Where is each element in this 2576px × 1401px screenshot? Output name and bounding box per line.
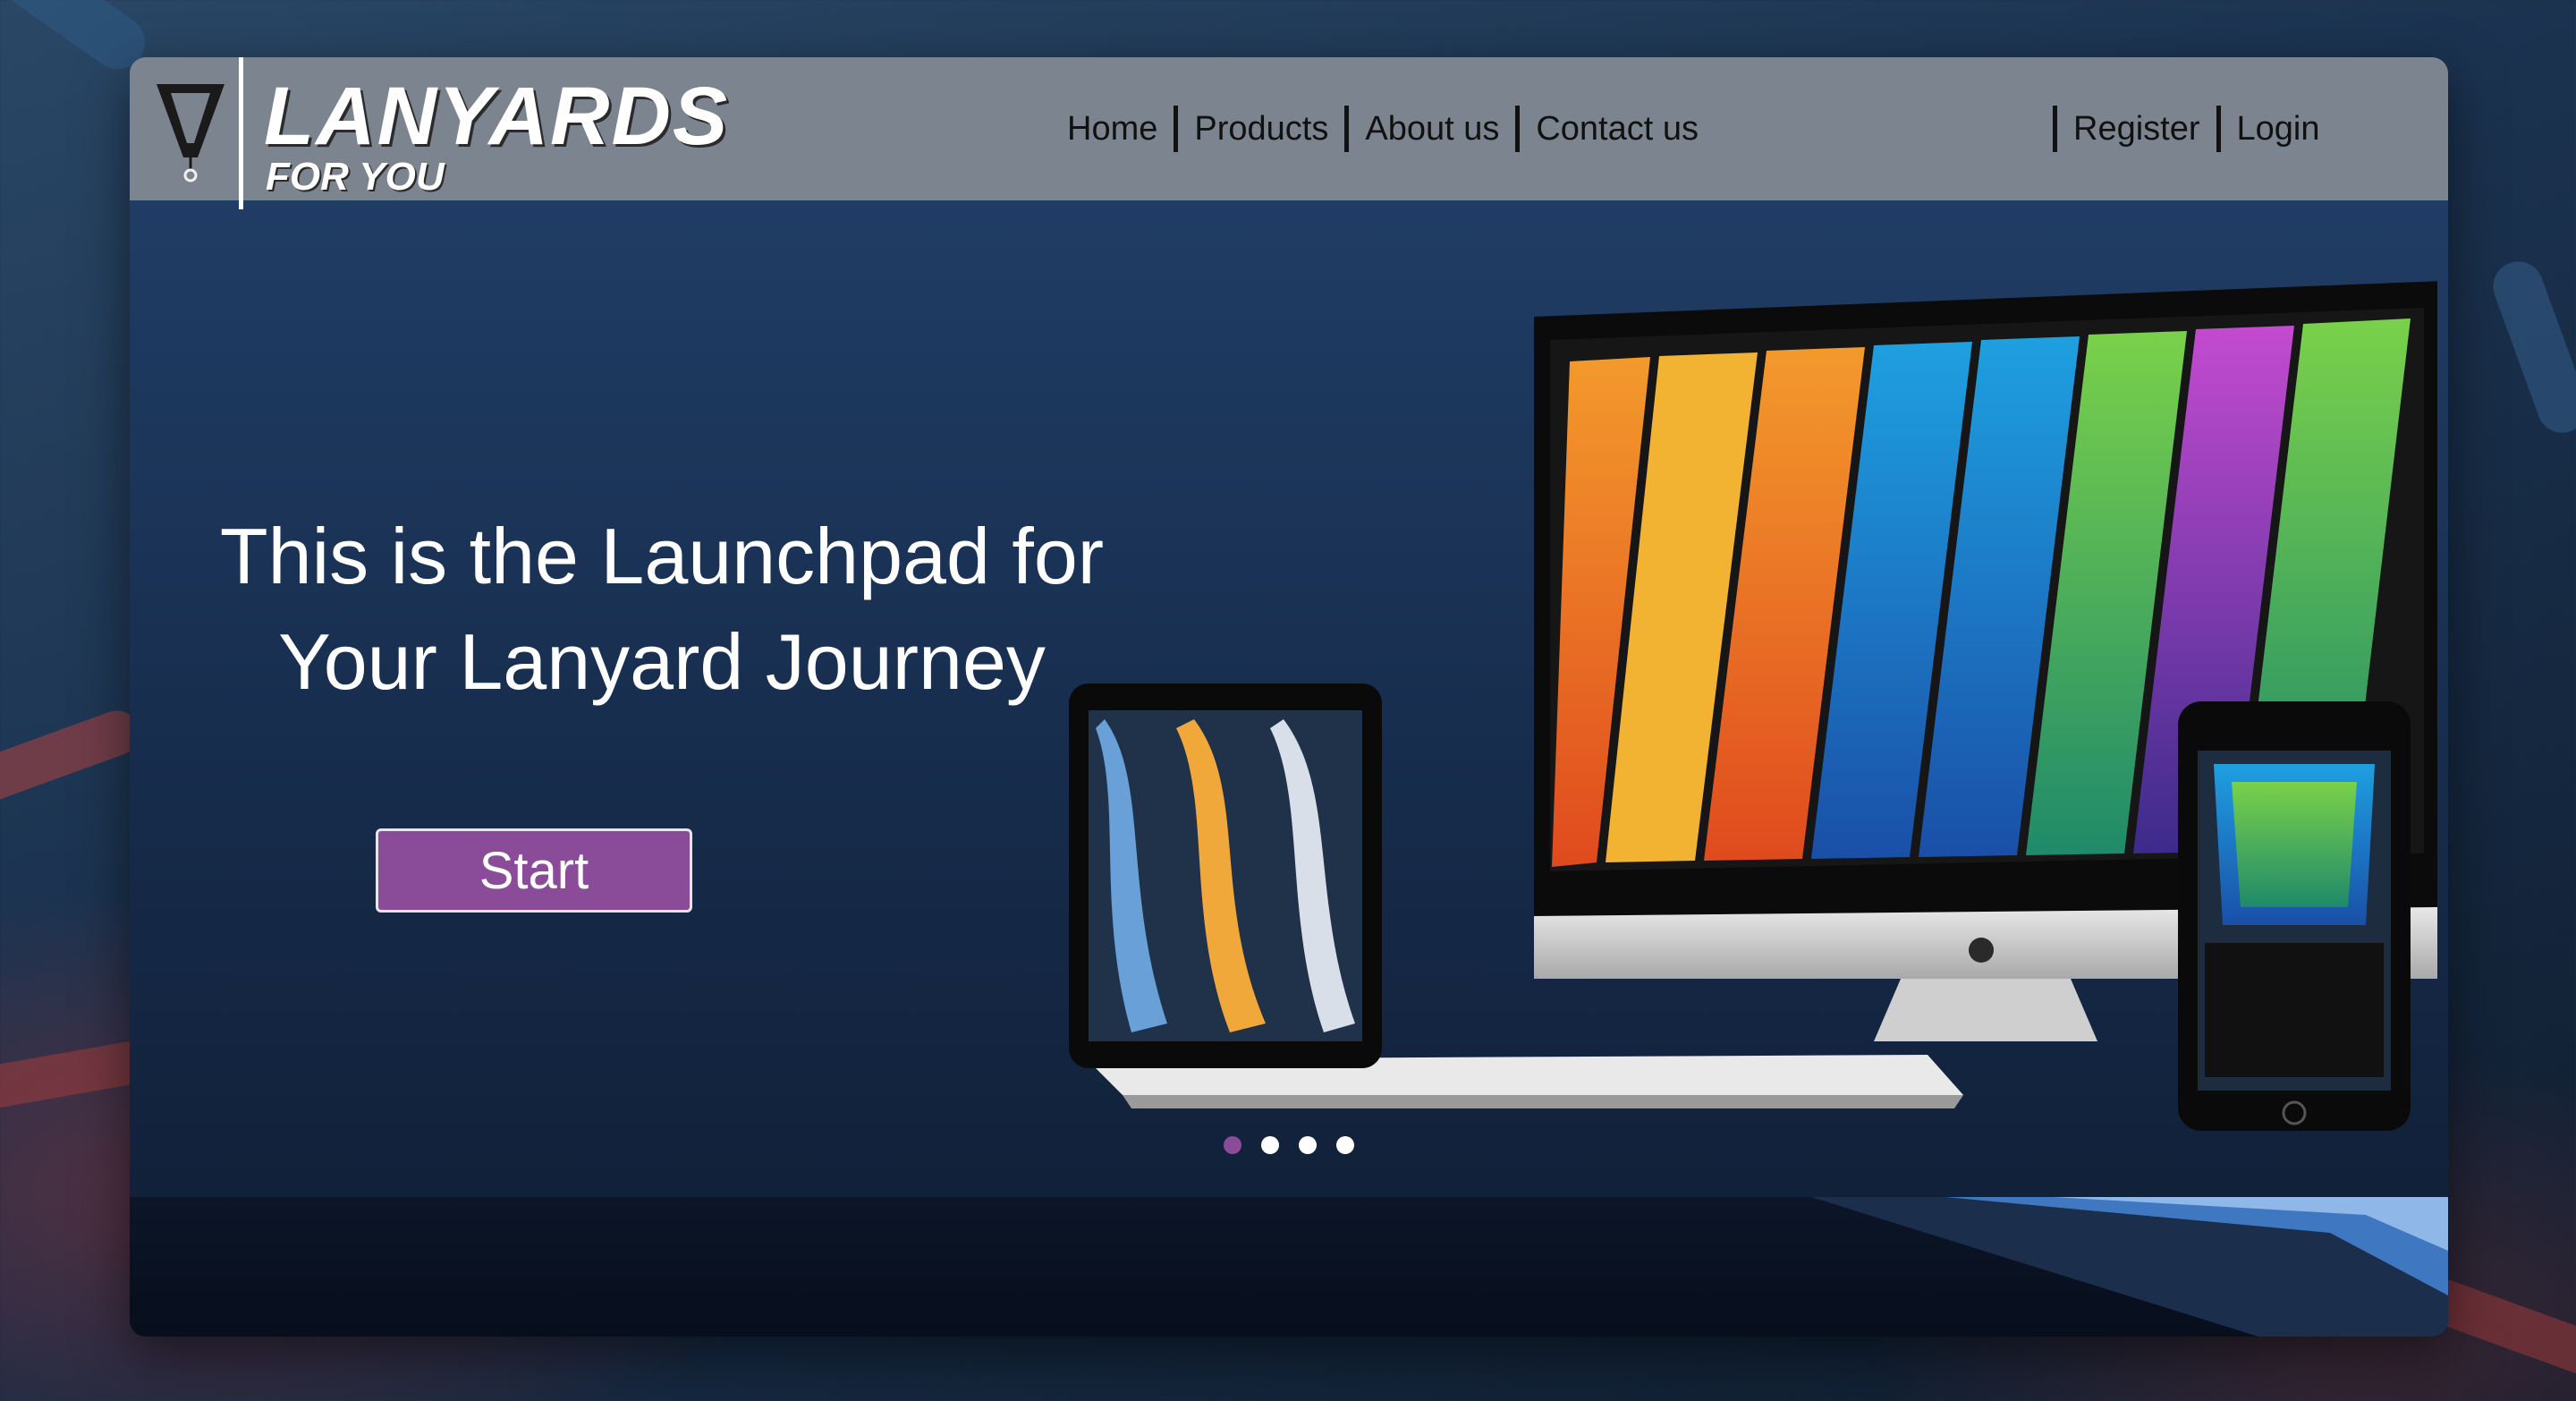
main-nav: Home Products About us Contact us: [1051, 106, 1715, 152]
nav-link-products[interactable]: Products: [1178, 106, 1344, 152]
brand-subtitle: FOR YOU: [266, 155, 445, 199]
decorative-wave: [1811, 1197, 2448, 1337]
top-navbar: LANYARDS FOR YOU Home Products About us …: [130, 57, 2448, 209]
page-frame: LANYARDS FOR YOU Home Products About us …: [130, 57, 2448, 1337]
background-strap: [2486, 254, 2576, 440]
tablet: [1069, 684, 1382, 1068]
lanyard-v-icon[interactable]: [155, 77, 226, 184]
account-nav: Register Login: [2053, 106, 2335, 152]
nav-link-contact-us[interactable]: Contact us: [1520, 106, 1715, 152]
carousel-dot[interactable]: [1336, 1136, 1354, 1154]
register-link[interactable]: Register: [2057, 106, 2216, 152]
carousel-dot[interactable]: [1299, 1136, 1317, 1154]
bottom-band: [130, 1197, 2448, 1337]
logo-divider: [239, 57, 243, 209]
carousel-dot[interactable]: [1224, 1136, 1241, 1154]
background-strap: [0, 704, 146, 808]
smartphone: [2178, 701, 2411, 1131]
nav-link-about-us[interactable]: About us: [1349, 106, 1515, 152]
carousel-dots: [1224, 1136, 1354, 1154]
login-link[interactable]: Login: [2221, 106, 2336, 152]
carousel-dot[interactable]: [1261, 1136, 1279, 1154]
nav-link-home[interactable]: Home: [1051, 106, 1174, 152]
devices-image: [1069, 281, 2437, 1131]
brand-title[interactable]: LANYARDS: [264, 75, 729, 157]
hero-heading: This is the Launchpad for Your Lanyard J…: [219, 511, 1105, 706]
start-button[interactable]: Start: [376, 828, 692, 913]
